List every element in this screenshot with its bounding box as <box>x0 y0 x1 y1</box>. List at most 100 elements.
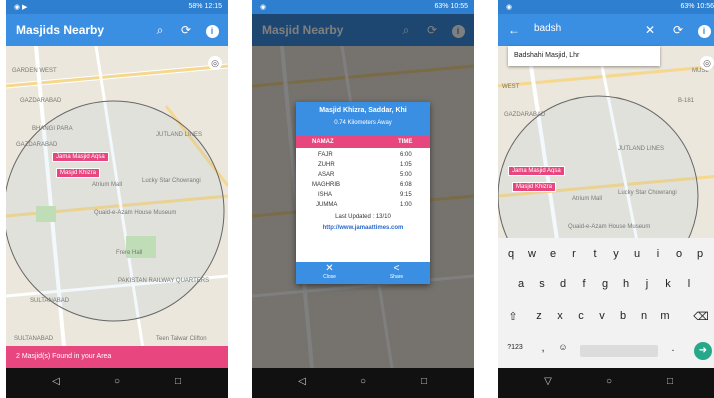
key[interactable]: j <box>638 278 656 290</box>
key[interactable]: m <box>656 310 674 322</box>
key[interactable]: v <box>593 310 611 322</box>
hide-keyboard-icon[interactable]: ▽ <box>538 376 558 387</box>
map-label: JUTLAND LINES <box>156 132 203 138</box>
battery-level: 63% <box>434 3 449 10</box>
close-button[interactable]: ✕ Close <box>296 264 363 281</box>
table-row: FAJR 6:00 <box>296 150 430 160</box>
battery-level: 58% <box>188 3 203 10</box>
back-arrow-icon[interactable]: ← <box>506 22 522 38</box>
system-nav-bar: ◁ ○ □ <box>6 368 228 398</box>
notification-icons: ◉ <box>506 4 513 11</box>
my-location-icon[interactable]: ◎ <box>700 56 714 70</box>
map-label: Atrium Mall <box>92 182 123 188</box>
key[interactable]: z <box>530 310 548 322</box>
key[interactable]: f <box>575 278 593 290</box>
key[interactable]: e <box>544 248 562 260</box>
emoji-icon[interactable]: ☺ <box>554 342 572 352</box>
table-row: MAGHRIB 6:08 <box>296 180 430 190</box>
search-input[interactable]: badsh <box>534 23 561 34</box>
table-row: ISHA 9:15 <box>296 190 430 200</box>
info-icon[interactable]: i <box>204 22 220 38</box>
close-label: Close <box>323 274 336 280</box>
status-bar: ◉ 63% 10:55 <box>252 0 474 14</box>
masjid-marker[interactable]: Masjid Khizra <box>56 168 101 178</box>
namaz-name: ASAR <box>318 172 335 178</box>
refresh-icon[interactable]: ⟳ <box>670 22 686 38</box>
map-label: PAKISTAN RAILWAY QUARTERS <box>118 278 210 284</box>
enter-arrow-icon[interactable]: ➜ <box>694 342 712 360</box>
namaz-time: 6:08 <box>400 182 412 188</box>
share-icon: < <box>393 263 400 274</box>
clock: 10:55 <box>450 3 468 10</box>
info-icon[interactable]: i <box>696 22 712 38</box>
notification-icons: ◉ <box>260 4 267 11</box>
key[interactable]: a <box>512 278 530 290</box>
backspace-icon[interactable]: ⌫ <box>692 310 710 323</box>
key[interactable]: o <box>670 248 688 260</box>
home-icon[interactable]: ○ <box>353 376 373 387</box>
key[interactable]: q <box>502 248 520 260</box>
symbols-key[interactable]: ?123 <box>502 344 528 351</box>
key[interactable]: i <box>649 248 667 260</box>
key[interactable]: l <box>680 278 698 290</box>
key[interactable]: r <box>565 248 583 260</box>
masjid-name: Masjid Khizra, Saddar, Khi <box>319 107 407 114</box>
timings-table: FAJR 6:00 ZUHR 1:05 ASAR 5:00 MAGHRIB 6:08 I… <box>296 148 430 210</box>
search-suggestion[interactable]: Badshahi Masjid, Lhr <box>508 46 660 66</box>
key[interactable]: g <box>596 278 614 290</box>
key[interactable]: w <box>523 248 541 260</box>
key[interactable]: s <box>533 278 551 290</box>
table-row: JUMMA 1:00 <box>296 200 430 210</box>
map-view[interactable]: GARDEN WEST GAZDARABAD BHANGI PARA GAZDA… <box>6 46 228 368</box>
recents-icon[interactable]: □ <box>414 376 434 387</box>
key[interactable]: h <box>617 278 635 290</box>
map-label: Lucky Star Chowrangi <box>142 178 201 184</box>
key[interactable]: d <box>554 278 572 290</box>
key[interactable]: c <box>572 310 590 322</box>
map-roads <box>6 46 228 368</box>
map-label: GAZDARABAD <box>20 98 62 104</box>
my-location-icon[interactable]: ◎ <box>208 56 222 70</box>
key[interactable]: n <box>635 310 653 322</box>
clock: 12:15 <box>204 3 222 10</box>
clear-icon[interactable]: ✕ <box>642 22 658 38</box>
status-bar: ◉ 63% 10:56 <box>498 0 714 14</box>
namaz-name: FAJR <box>318 152 333 158</box>
map-label: Atrium Mall <box>572 196 603 202</box>
masjid-marker[interactable]: Jama Masjid Aqsa <box>508 166 565 176</box>
system-nav-bar: ▽ ○ □ <box>498 368 714 398</box>
key[interactable]: p <box>691 248 709 260</box>
shift-icon[interactable]: ⇧ <box>504 310 522 323</box>
key[interactable]: y <box>607 248 625 260</box>
recents-icon[interactable]: □ <box>168 376 188 387</box>
masjid-marker[interactable]: Masjid Khizra <box>512 182 557 192</box>
space-key[interactable] <box>580 345 658 357</box>
key[interactable]: , <box>534 342 552 354</box>
dialog-header: Masjid Khizra, Saddar, Khi 0.74 Kilomete… <box>296 102 430 136</box>
screen-masjids-nearby: ◉ ▶ 58% 12:15 Masjids Nearby ⌕ ⟳ i GARDE… <box>6 0 228 398</box>
home-icon[interactable]: ○ <box>599 376 619 387</box>
recents-icon[interactable]: □ <box>660 376 680 387</box>
map-label: BHANGI PARA <box>32 126 73 132</box>
masjid-details-dialog: Masjid Khizra, Saddar, Khi 0.74 Kilomete… <box>296 102 430 284</box>
namaz-time: 1:05 <box>400 162 412 168</box>
key[interactable]: x <box>551 310 569 322</box>
share-button[interactable]: < Share <box>363 263 430 281</box>
website-link[interactable]: http://www.jamaattimes.com <box>296 225 430 231</box>
namaz-time: 5:00 <box>400 172 412 178</box>
key[interactable]: k <box>659 278 677 290</box>
map-roads <box>498 46 714 246</box>
key[interactable]: u <box>628 248 646 260</box>
refresh-icon[interactable]: ⟳ <box>178 22 194 38</box>
key[interactable]: t <box>586 248 604 260</box>
key[interactable]: . <box>664 342 682 354</box>
back-icon[interactable]: ◁ <box>46 376 66 387</box>
search-icon[interactable]: ⌕ <box>152 22 168 38</box>
result-banner: 2 Masjid(s) Found in your Area <box>6 346 228 368</box>
map-label: Quaid-e-Azam House Museum <box>94 210 177 216</box>
back-icon[interactable]: ◁ <box>292 376 312 387</box>
masjid-marker[interactable]: Jama Masjid Aqsa <box>52 152 109 162</box>
home-icon[interactable]: ○ <box>107 376 127 387</box>
namaz-name: ISHA <box>318 192 333 198</box>
key[interactable]: b <box>614 310 632 322</box>
